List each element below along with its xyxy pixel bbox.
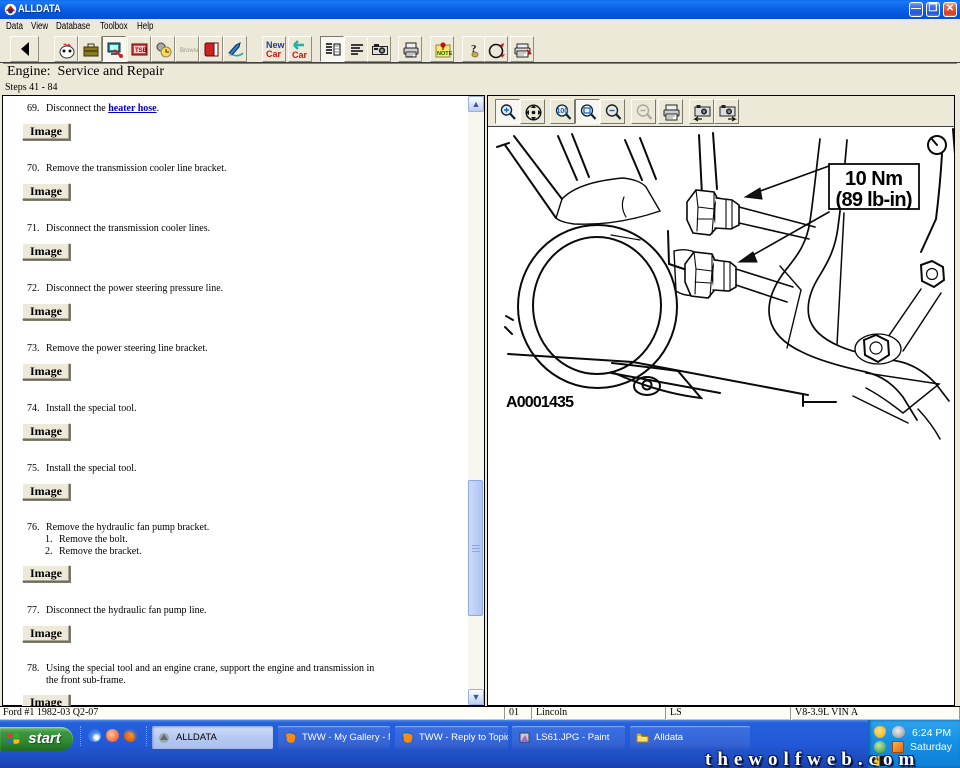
svg-text:A0001435: A0001435 (506, 394, 574, 411)
svg-text:10 Nm: 10 Nm (845, 168, 903, 190)
svg-text:(89 lb-in): (89 lb-in) (836, 189, 913, 211)
